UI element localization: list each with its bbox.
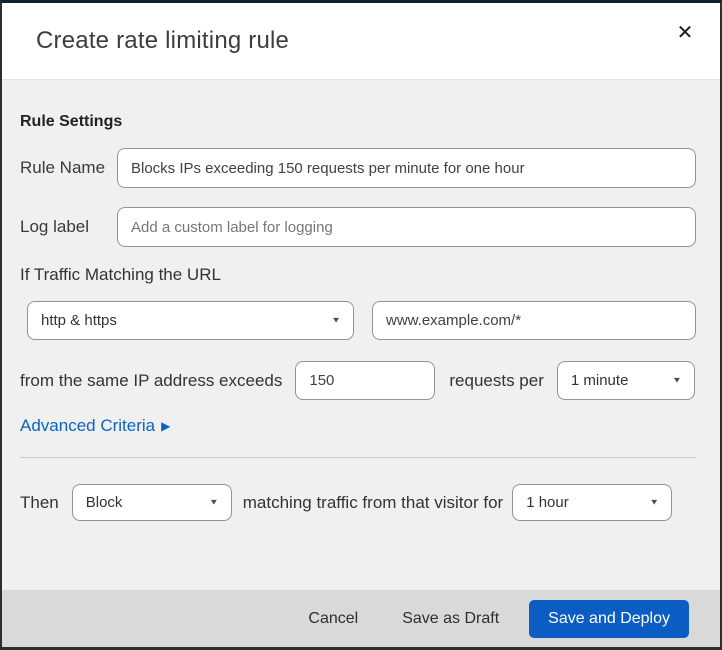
modal-title: Create rate limiting rule <box>36 27 290 54</box>
period-select-value: 1 minute <box>570 372 629 389</box>
threshold-input[interactable] <box>295 361 436 400</box>
rule-name-label: Rule Name <box>20 158 106 177</box>
modal-footer: Cancel Save as Draft Save and Deploy <box>2 590 720 647</box>
close-icon[interactable]: ✕ <box>670 17 700 47</box>
modal-header: Create rate limiting rule ✕ <box>2 3 720 80</box>
url-match-row: http & https ▼ <box>27 301 696 340</box>
action-select-value: Block <box>85 494 123 511</box>
save-as-draft-button[interactable]: Save as Draft <box>398 602 503 636</box>
rule-name-row: Rule Name <box>20 148 696 188</box>
then-action-row: Then Block ▼ matching traffic from that … <box>20 484 696 521</box>
url-pattern-input[interactable] <box>372 301 696 340</box>
section-divider <box>20 457 696 458</box>
modal-body: Rule Settings Rule Name Log label If Tra… <box>2 80 720 590</box>
cancel-button[interactable]: Cancel <box>304 602 362 636</box>
scheme-select-value: http & https <box>41 312 117 329</box>
rate-prefix-text: from the same IP address exceeds <box>20 370 283 390</box>
save-and-deploy-button[interactable]: Save and Deploy <box>529 599 689 638</box>
action-select[interactable]: Block ▼ <box>71 484 232 521</box>
log-label-label: Log label <box>20 217 90 236</box>
period-select[interactable]: 1 minute ▼ <box>556 361 695 400</box>
log-label-input[interactable] <box>117 207 696 247</box>
duration-select[interactable]: 1 hour ▼ <box>512 484 673 521</box>
duration-select-value: 1 hour <box>526 494 569 511</box>
advanced-criteria-label: Advanced Criteria <box>20 416 156 435</box>
traffic-match-heading: If Traffic Matching the URL <box>20 265 221 284</box>
then-prefix-text: Then <box>20 492 59 512</box>
rule-name-input[interactable] <box>117 148 696 188</box>
chevron-down-icon: ▼ <box>208 498 219 507</box>
chevron-down-icon: ▼ <box>331 316 341 325</box>
rule-settings-heading: Rule Settings <box>20 113 123 130</box>
rate-middle-text: requests per <box>449 370 544 390</box>
rate-threshold-row: from the same IP address exceeds request… <box>20 361 696 400</box>
advanced-criteria-link[interactable]: Advanced Criteria ▶ <box>20 416 170 436</box>
scheme-select[interactable]: http & https ▼ <box>27 301 354 340</box>
chevron-down-icon: ▼ <box>671 376 682 385</box>
rate-limiting-modal: Create rate limiting rule ✕ Rule Setting… <box>0 0 722 650</box>
arrow-right-icon: ▶ <box>161 419 171 433</box>
then-middle-text: matching traffic from that visitor for <box>242 492 504 512</box>
log-label-row: Log label <box>20 207 696 247</box>
chevron-down-icon: ▼ <box>649 498 660 507</box>
